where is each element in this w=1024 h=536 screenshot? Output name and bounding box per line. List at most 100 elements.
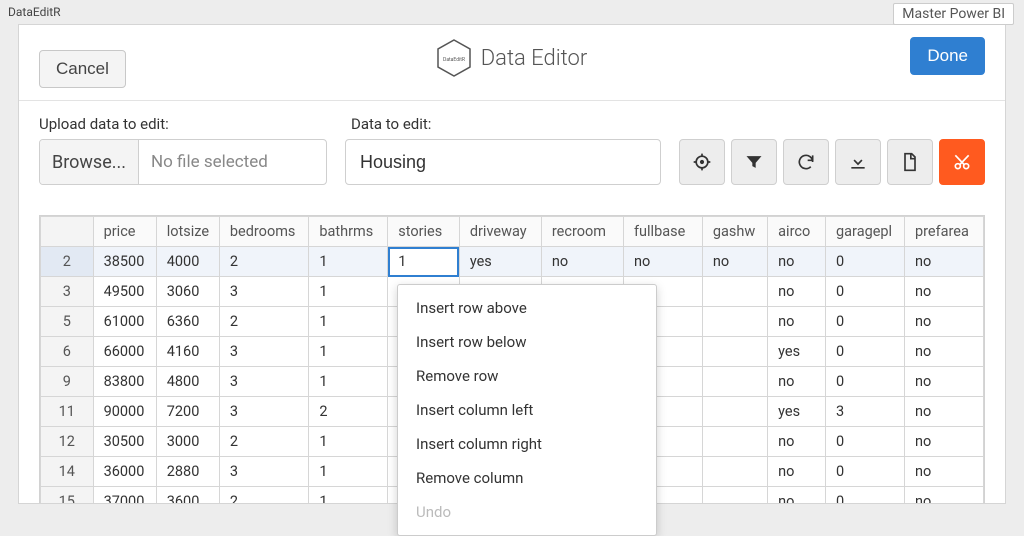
cell[interactable]: 3000 — [156, 427, 219, 457]
row-header[interactable]: 12 — [41, 427, 94, 457]
filter-icon[interactable] — [731, 139, 777, 185]
context-menu-item[interactable]: Remove column — [398, 461, 656, 495]
cell[interactable]: 3 — [219, 337, 308, 367]
cell[interactable]: 3600 — [156, 487, 219, 505]
column-header[interactable]: bedrooms — [219, 217, 308, 247]
cell[interactable]: 3 — [219, 277, 308, 307]
cell[interactable]: 0 — [826, 427, 905, 457]
cell[interactable]: 1 — [309, 487, 388, 505]
download-icon[interactable] — [835, 139, 881, 185]
cell[interactable] — [702, 337, 767, 367]
cell[interactable]: yes — [459, 247, 541, 277]
cell[interactable]: 30500 — [93, 427, 156, 457]
cell[interactable] — [702, 367, 767, 397]
cell[interactable]: 2 — [309, 397, 388, 427]
cell[interactable]: 0 — [826, 367, 905, 397]
row-header[interactable]: 5 — [41, 307, 94, 337]
context-menu-item[interactable]: Insert row below — [398, 325, 656, 359]
cell[interactable]: 1 — [309, 247, 388, 277]
cell[interactable]: 4160 — [156, 337, 219, 367]
row-header[interactable]: 2 — [41, 247, 94, 277]
context-menu[interactable]: Insert row aboveInsert row belowRemove r… — [397, 284, 657, 536]
context-menu-item[interactable]: Remove row — [398, 359, 656, 393]
column-header[interactable]: gashw — [702, 217, 767, 247]
cell[interactable]: 0 — [826, 307, 905, 337]
column-header[interactable]: fullbase — [623, 217, 702, 247]
context-menu-item[interactable]: Insert row above — [398, 291, 656, 325]
cell[interactable]: 38500 — [93, 247, 156, 277]
cell[interactable]: 1 — [309, 277, 388, 307]
cell[interactable]: 49500 — [93, 277, 156, 307]
cell[interactable]: yes — [768, 397, 826, 427]
cell[interactable]: 3 — [219, 367, 308, 397]
column-header[interactable]: garagepl — [826, 217, 905, 247]
cell[interactable]: no — [768, 487, 826, 505]
cell[interactable]: 0 — [826, 277, 905, 307]
cell[interactable]: 1 — [309, 457, 388, 487]
cell[interactable]: no — [768, 277, 826, 307]
cell[interactable]: 2 — [219, 487, 308, 505]
cell[interactable]: 2 — [219, 247, 308, 277]
cell[interactable]: 1 — [309, 307, 388, 337]
dataset-input[interactable] — [345, 139, 661, 185]
refresh-icon[interactable] — [783, 139, 829, 185]
cell[interactable]: no — [541, 247, 623, 277]
row-header[interactable]: 15 — [41, 487, 94, 505]
column-header[interactable]: prefarea — [904, 217, 983, 247]
context-menu-item[interactable]: Insert column right — [398, 427, 656, 461]
cell[interactable]: no — [904, 247, 983, 277]
column-header[interactable]: stories — [388, 217, 460, 247]
cell[interactable]: no — [904, 457, 983, 487]
cell[interactable] — [702, 457, 767, 487]
context-menu-item[interactable]: Insert column left — [398, 393, 656, 427]
column-header[interactable]: lotsize — [156, 217, 219, 247]
cell[interactable]: 0 — [826, 337, 905, 367]
cell[interactable]: no — [904, 487, 983, 505]
cell[interactable]: no — [904, 337, 983, 367]
column-header[interactable]: driveway — [459, 217, 541, 247]
cell[interactable]: 3 — [826, 397, 905, 427]
cell[interactable]: 3060 — [156, 277, 219, 307]
cell[interactable]: 61000 — [93, 307, 156, 337]
cell[interactable]: no — [904, 307, 983, 337]
cell[interactable]: 0 — [826, 247, 905, 277]
cell[interactable]: no — [904, 397, 983, 427]
done-button[interactable]: Done — [910, 37, 985, 75]
cell[interactable]: 1 — [309, 337, 388, 367]
cell[interactable]: 1 — [388, 247, 460, 277]
cell[interactable] — [702, 397, 767, 427]
cell[interactable]: no — [768, 307, 826, 337]
cell[interactable]: 4800 — [156, 367, 219, 397]
cell[interactable]: no — [768, 247, 826, 277]
row-header[interactable]: 11 — [41, 397, 94, 427]
column-header[interactable]: recroom — [541, 217, 623, 247]
cell[interactable] — [702, 487, 767, 505]
cell[interactable] — [702, 277, 767, 307]
column-header[interactable]: bathrms — [309, 217, 388, 247]
cell[interactable]: no — [768, 367, 826, 397]
cell[interactable]: 1 — [309, 367, 388, 397]
cell[interactable]: 1 — [309, 427, 388, 457]
cell[interactable]: 2 — [219, 427, 308, 457]
cell[interactable] — [702, 307, 767, 337]
cell[interactable]: 7200 — [156, 397, 219, 427]
cell[interactable]: 37000 — [93, 487, 156, 505]
cell[interactable]: no — [904, 277, 983, 307]
cell[interactable]: 0 — [826, 457, 905, 487]
corner-cell[interactable] — [41, 217, 94, 247]
cell[interactable]: 83800 — [93, 367, 156, 397]
cell[interactable]: no — [623, 247, 702, 277]
cell[interactable]: yes — [768, 337, 826, 367]
cell[interactable]: no — [904, 367, 983, 397]
cell[interactable] — [702, 427, 767, 457]
row-header[interactable]: 14 — [41, 457, 94, 487]
cell[interactable]: no — [768, 427, 826, 457]
cell[interactable]: 6360 — [156, 307, 219, 337]
cell[interactable]: 2 — [219, 307, 308, 337]
cell[interactable]: 0 — [826, 487, 905, 505]
cell[interactable]: 66000 — [93, 337, 156, 367]
cell[interactable]: 36000 — [93, 457, 156, 487]
cut-icon[interactable] — [939, 139, 985, 185]
column-header[interactable]: price — [93, 217, 156, 247]
cell[interactable]: no — [768, 457, 826, 487]
